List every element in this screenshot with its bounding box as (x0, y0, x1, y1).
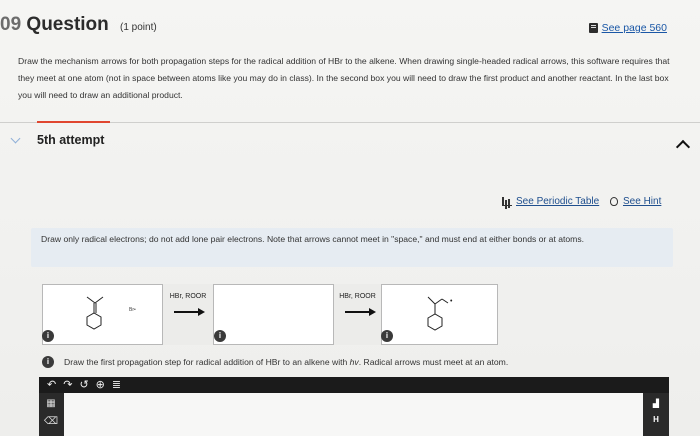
periodic-table-icon (502, 197, 512, 206)
arrow-right-icon (345, 308, 376, 316)
intermediate-box[interactable] (213, 284, 334, 345)
page: 09 Question (1 point) See page 560 Draw … (0, 0, 700, 436)
question-label: Question (26, 14, 109, 35)
bromine-radical-label: Br• (129, 307, 136, 313)
hint-label: See Hint (623, 196, 662, 207)
attempt-row[interactable]: 5th attempt (0, 132, 700, 156)
drawing-canvas[interactable] (39, 393, 669, 436)
undo-icon[interactable]: ↶ (47, 377, 56, 393)
reagent-label-2: HBr, ROOR (339, 293, 376, 300)
notice-box: Draw only radical electrons; do not add … (31, 228, 673, 267)
question-prompt: Draw the mechanism arrows for both propa… (18, 56, 670, 100)
see-page-label: See page 560 (601, 22, 667, 34)
eraser-icon[interactable]: ⌫ (43, 415, 59, 429)
right-tool-panel: ▟ H (643, 393, 669, 436)
zoom-icon[interactable]: ⊕ (96, 377, 105, 393)
see-page-link[interactable]: See page 560 (588, 22, 667, 34)
reaction-scheme: Br• HBr, ROOR HBr, ROOR • i i i (42, 284, 498, 346)
reactant-box[interactable]: Br• (42, 284, 163, 345)
arrow-right-icon (174, 308, 205, 316)
hint-link[interactable]: See Hint (610, 196, 661, 207)
chevron-down-icon[interactable] (10, 133, 21, 144)
info-icon[interactable]: i (42, 330, 54, 342)
chart-icon[interactable]: ▟ (648, 397, 664, 411)
left-tool-panel: ▦ ⌫ (39, 393, 64, 436)
instruction-prefix: Draw the first propagation step for radi… (64, 357, 350, 367)
editor-toolbar: ↶ ↷ ↺ ⊕ ≣ (39, 377, 669, 393)
select-tool-icon[interactable]: ▦ (43, 397, 59, 411)
question-number: 09 (0, 14, 22, 35)
reset-icon[interactable]: ↺ (79, 377, 88, 393)
template-icon[interactable]: ≣ (112, 377, 121, 393)
active-attempt-indicator (37, 121, 110, 123)
product-box[interactable]: • (381, 284, 498, 345)
lightbulb-icon (610, 197, 618, 206)
instruction-text: Draw the first propagation step for radi… (64, 357, 508, 367)
instruction-hv: hv (349, 357, 359, 367)
info-icon[interactable]: i (42, 356, 54, 368)
reaction-arrow-2: HBr, ROOR (334, 284, 381, 345)
radical-structure (427, 296, 449, 331)
book-icon (588, 23, 598, 33)
info-icon[interactable]: i (381, 330, 393, 342)
step-instruction: i Draw the first propagation step for ra… (42, 356, 682, 368)
reaction-arrow-1: HBr, ROOR (163, 284, 213, 345)
collapse-icon[interactable] (675, 139, 691, 155)
instruction-suffix: . Radical arrows must meet at an atom. (358, 357, 509, 367)
attempt-label: 5th attempt (37, 133, 105, 147)
periodic-table-link[interactable]: See Periodic Table (502, 196, 599, 207)
redo-icon[interactable]: ↷ (63, 377, 72, 393)
info-icon[interactable]: i (214, 330, 226, 342)
alkene-structure (86, 296, 104, 330)
periodic-table-label: See Periodic Table (516, 196, 600, 207)
question-points: (1 point) (120, 22, 157, 33)
hydrogen-atom-button[interactable]: H (648, 413, 664, 427)
question-title: 09 Question (0, 14, 109, 36)
radical-dot: • (450, 298, 453, 305)
question-header: 09 Question (1 point) See page 560 (0, 14, 700, 40)
reagent-label-1: HBr, ROOR (169, 293, 207, 300)
help-tools: See Periodic Table See Hint (0, 196, 700, 212)
